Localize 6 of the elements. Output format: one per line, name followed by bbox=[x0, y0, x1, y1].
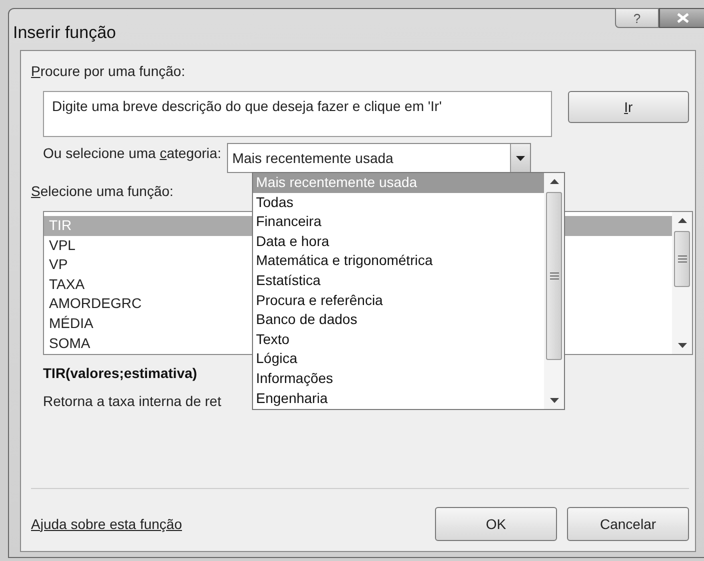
window-title: Inserir função bbox=[13, 22, 116, 44]
category-label: Ou selecione uma categoria: bbox=[43, 144, 222, 163]
function-description: Retorna a taxa interna de ret bbox=[43, 392, 222, 411]
function-signature: TIR(valores;estimativa) bbox=[43, 364, 198, 383]
function-list-label: Selecione uma função: bbox=[31, 182, 174, 201]
search-label: Procure por uma função: bbox=[31, 62, 186, 81]
